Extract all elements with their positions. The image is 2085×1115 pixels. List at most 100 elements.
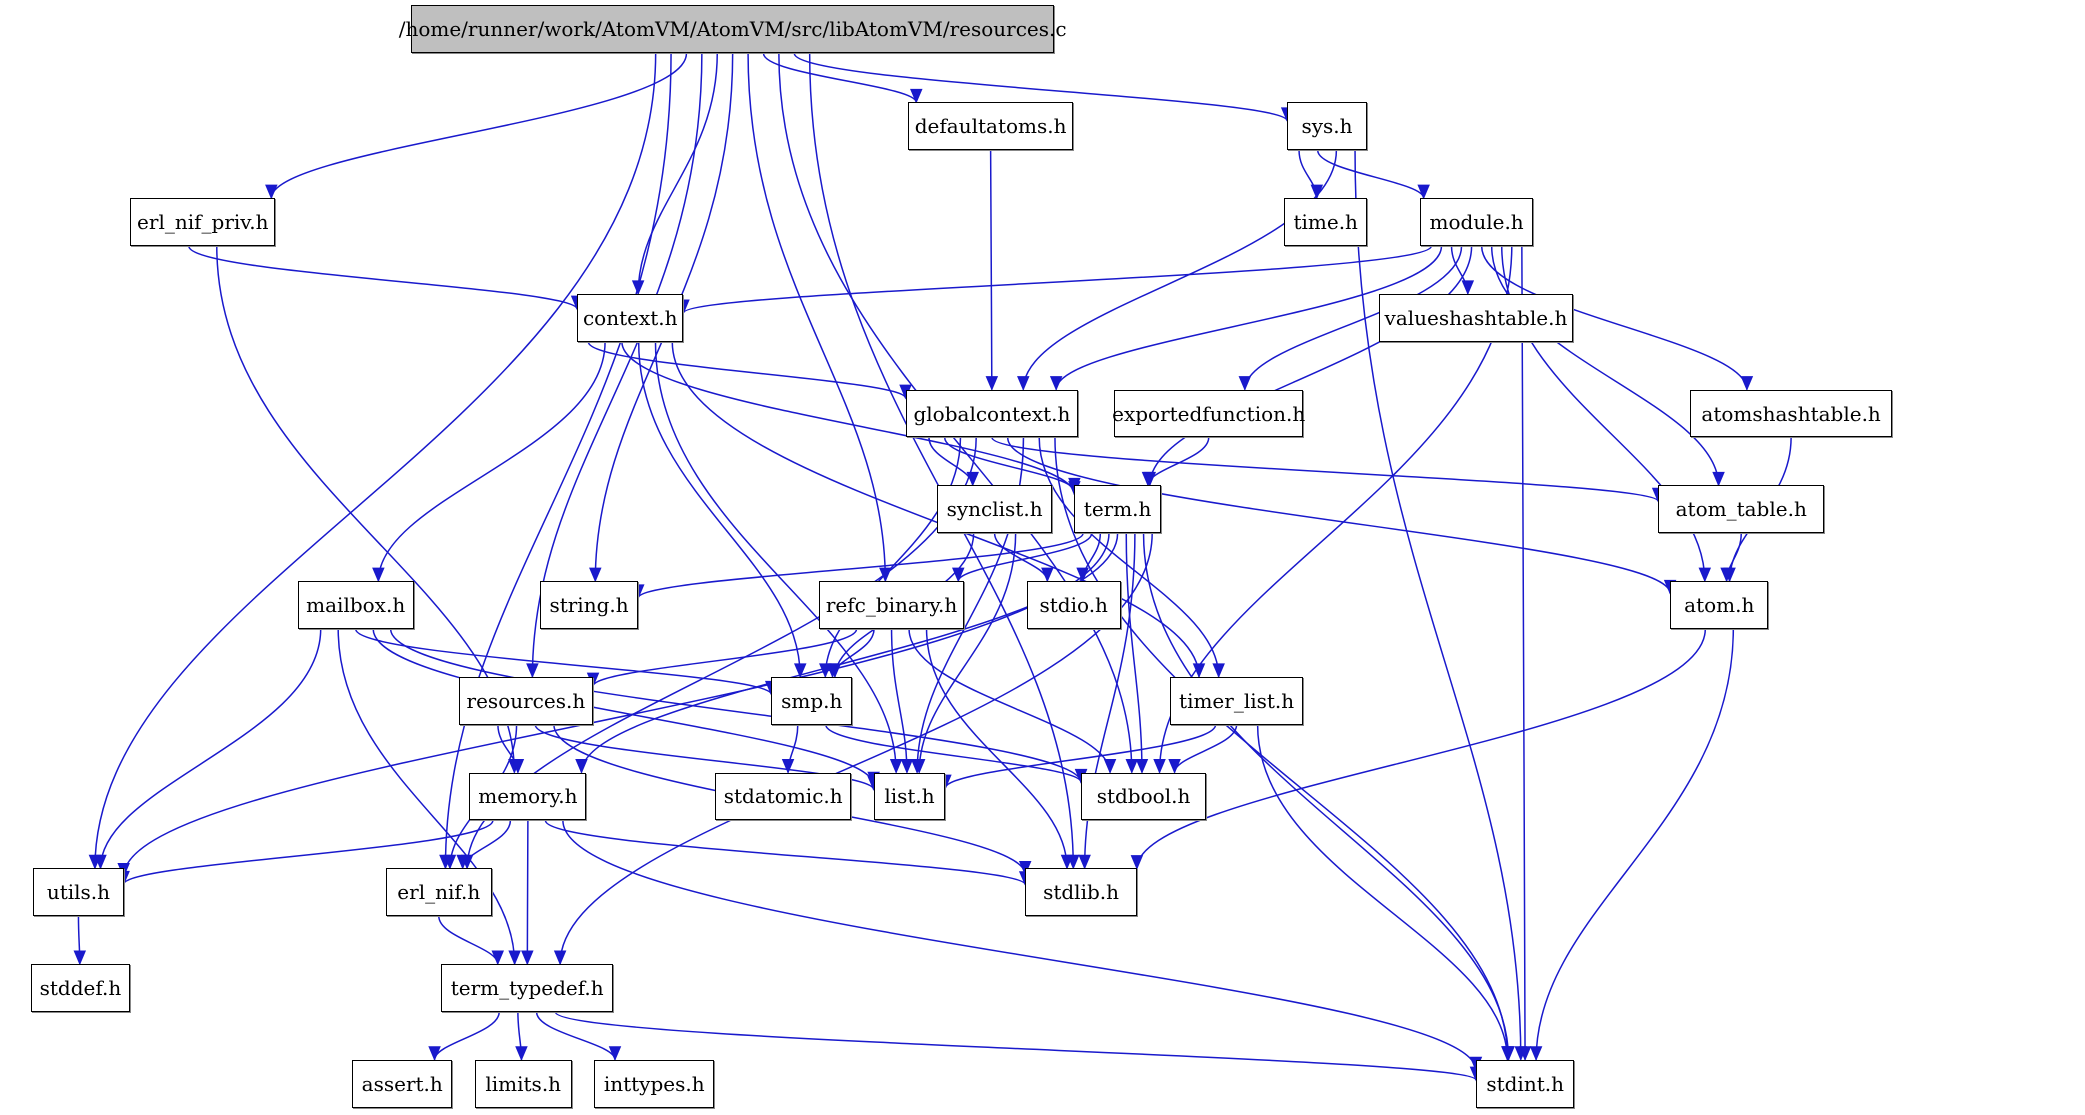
node-list-h[interactable]: list.h (873, 772, 946, 821)
node-assert-h[interactable]: assert.h (352, 1059, 453, 1108)
edge-smp-to-stdbool (825, 724, 1082, 783)
node-memory-h[interactable]: memory.h (469, 772, 587, 821)
edge-atom-to-stdint (1535, 628, 1735, 1060)
node-sys-h[interactable]: sys.h (1287, 102, 1367, 151)
edge-globalcontext-to-smp (824, 437, 962, 677)
arrowhead-root-to-context (631, 280, 645, 296)
node-label: list.h (884, 784, 935, 809)
node-label: /home/runner/work/AtomVM/AtomVM/src/libA… (398, 17, 1067, 42)
arrowhead-synclist-to-stdio (1041, 567, 1054, 583)
arrowhead-root-to-resources (526, 663, 539, 679)
node-label: stdlib.h (1043, 880, 1119, 905)
node-utils-h[interactable]: utils.h (33, 868, 124, 917)
node-atom-h[interactable]: atom.h (1670, 581, 1769, 629)
node-label: term.h (1083, 497, 1152, 522)
arrowhead-mailbox-to-term_typedef (508, 950, 521, 966)
edge-erl_nif_priv-to-context (188, 245, 578, 310)
node-mailbox-h[interactable]: mailbox.h (297, 581, 414, 629)
edge-root-to-context (637, 53, 719, 294)
node-label: stdio.h (1039, 593, 1108, 617)
edge-refc_binary-to-stdbool (908, 628, 1111, 773)
node-stdio-h[interactable]: stdio.h (1026, 581, 1121, 629)
arrowhead-memory-to-term_typedef (521, 950, 534, 966)
node-erl-nif-priv-h[interactable]: erl_nif_priv.h (130, 198, 276, 246)
arrowhead-defaultatoms-to-globalcontext (985, 376, 999, 391)
arrowhead-module-to-atom (1698, 567, 1712, 583)
node-label: limits.h (485, 1071, 562, 1096)
node-label: mailbox.h (306, 593, 406, 617)
arrowhead-utils-to-stddef (73, 950, 87, 966)
node-label: assert.h (361, 1071, 443, 1096)
node-label: exportedfunction.h (1112, 401, 1306, 426)
arrowhead-atom-to-stdint (1529, 1046, 1543, 1062)
node-module-h[interactable]: module.h (1420, 198, 1534, 246)
node-resources-c-root[interactable]: /home/runner/work/AtomVM/AtomVM/src/libA… (399, 5, 1067, 54)
edge-context-to-globalcontext (587, 341, 907, 399)
node-label: inttypes.h (603, 1071, 705, 1096)
arrowhead-context-to-list (889, 759, 903, 774)
arrowhead-refc_binary-to-stdbool (1103, 759, 1117, 774)
node-erl-nif-h[interactable]: erl_nif.h (385, 868, 492, 917)
node-atomshashtable-h[interactable]: atomshashtable.h (1690, 389, 1893, 438)
node-globalcontext-h[interactable]: globalcontext.h (905, 389, 1079, 438)
node-defaultatoms-h[interactable]: defaultatoms.h (908, 102, 1074, 151)
arrowhead-root-to-stdbool (1125, 759, 1139, 774)
node-term-h[interactable]: term.h (1074, 485, 1161, 534)
edge-memory-to-term_typedef (526, 820, 529, 965)
arrowhead-module-to-atomshashtable (1740, 376, 1754, 391)
node-stdlib-h[interactable]: stdlib.h (1025, 868, 1137, 917)
node-time-h[interactable]: time.h (1284, 198, 1367, 246)
edge-defaultatoms-to-globalcontext (989, 150, 993, 390)
arrowhead-module-to-atom_table (1712, 471, 1725, 487)
edge-refc_binary-to-smp (831, 628, 875, 677)
node-label: smp.h (781, 688, 843, 713)
node-label: defaultatoms.h (914, 114, 1067, 139)
node-label: stdatomic.h (723, 784, 843, 809)
edge-root-to-refc_binary (747, 53, 887, 582)
node-label: globalcontext.h (913, 401, 1071, 426)
node-synclist-h[interactable]: synclist.h (937, 485, 1052, 534)
arrowhead-term-to-memory (575, 759, 588, 774)
node-label: context.h (582, 305, 678, 330)
node-smp-h[interactable]: smp.h (771, 676, 853, 725)
node-label: atomshashtable.h (1701, 401, 1881, 426)
edge-sys-to-globalcontext (1022, 150, 1338, 390)
node-resources-h[interactable]: resources.h (458, 676, 594, 725)
node-stdatomic-h[interactable]: stdatomic.h (715, 772, 851, 821)
edges-layer (73, 52, 1792, 1082)
arrowhead-atom-to-stdlib (1130, 855, 1144, 870)
edge-module-to-atom_table (1490, 245, 1720, 486)
node-label: memory.h (478, 784, 578, 809)
edge-timer_list-to-stdbool (1173, 724, 1238, 773)
node-valueshashtable-h[interactable]: valueshashtable.h (1378, 293, 1574, 342)
node-atom-table-h[interactable]: atom_table.h (1658, 485, 1825, 534)
arrowhead-context-to-mailbox (372, 567, 385, 583)
node-label: erl_nif.h (397, 880, 481, 905)
node-stdbool-h[interactable]: stdbool.h (1081, 772, 1207, 821)
edge-timer_list-to-stdint (1256, 724, 1509, 1060)
node-label: module.h (1429, 210, 1524, 235)
node-label: erl_nif_priv.h (137, 210, 269, 235)
node-label: atom_table.h (1675, 497, 1807, 522)
node-stddef-h[interactable]: stddef.h (30, 964, 131, 1012)
node-label: string.h (549, 593, 629, 617)
node-refc-binary-h[interactable]: refc_binary.h (819, 581, 965, 629)
node-timer-list-h[interactable]: timer_list.h (1170, 676, 1304, 725)
node-inttypes-h[interactable]: inttypes.h (594, 1059, 715, 1108)
node-stdint-h[interactable]: stdint.h (1475, 1059, 1575, 1108)
node-term-typedef-h[interactable]: term_typedef.h (441, 964, 613, 1012)
node-string-h[interactable]: string.h (539, 581, 639, 629)
node-label: stdint.h (1486, 1071, 1564, 1096)
edge-sys-to-module (1316, 150, 1425, 199)
edge-erl_nif-to-term_typedef (438, 916, 499, 965)
node-label: resources.h (466, 688, 586, 713)
node-exportedfunction-h[interactable]: exportedfunction.h (1112, 389, 1306, 438)
edge-root-to-defaultatoms (762, 52, 918, 103)
node-limits-h[interactable]: limits.h (474, 1059, 572, 1108)
arrowhead-term-to-stdbool (1135, 759, 1149, 774)
arrowhead-sys-to-module (1417, 184, 1430, 200)
edge-mailbox-to-utils (99, 628, 322, 869)
node-context-h[interactable]: context.h (577, 293, 684, 342)
arrowhead-root-to-defaultatoms (910, 88, 923, 104)
edge-root-to-erl_nif_priv (270, 53, 688, 199)
